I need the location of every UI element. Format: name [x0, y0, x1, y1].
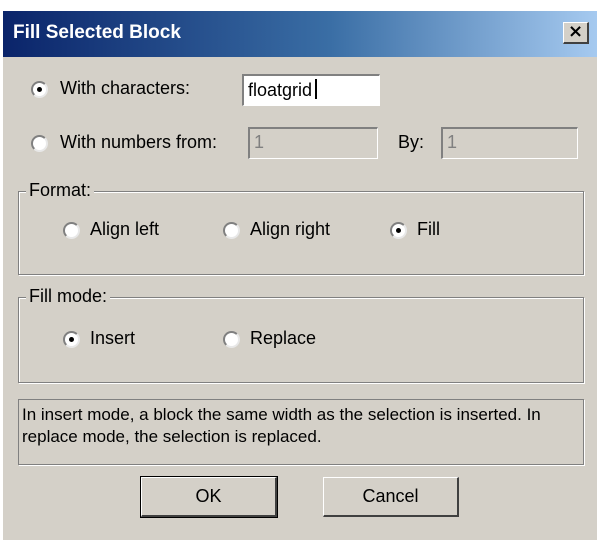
with-characters-label: With characters:: [60, 78, 191, 98]
align-left-label: Align left: [90, 219, 160, 239]
insert-label: Insert: [90, 328, 136, 348]
align-right-radio[interactable]: [223, 222, 240, 239]
fill-selected-block-dialog: Fill Selected Block × With characters: f…: [2, 10, 597, 540]
mode-description: In insert mode, a block the same width a…: [18, 399, 584, 465]
replace-radio[interactable]: [223, 331, 240, 348]
dialog-title: Fill Selected Block: [13, 22, 181, 43]
radio-selected-dot: [396, 228, 401, 233]
with-characters-value: floatgrid: [248, 80, 313, 100]
insert-radio[interactable]: [63, 331, 80, 348]
align-left-radio[interactable]: [63, 222, 80, 239]
numbers-from-input[interactable]: 1: [248, 127, 378, 159]
with-characters-radio[interactable]: [31, 81, 48, 98]
radio-selected-dot: [37, 87, 42, 92]
with-numbers-radio[interactable]: [31, 135, 48, 152]
cancel-button[interactable]: Cancel: [323, 477, 459, 517]
fill-radio[interactable]: [390, 222, 407, 239]
close-icon[interactable]: ×: [563, 22, 589, 44]
text-caret: [315, 79, 318, 99]
format-legend: Format:: [26, 180, 95, 201]
replace-label: Replace: [250, 328, 317, 348]
title-bar[interactable]: Fill Selected Block ×: [3, 11, 597, 57]
radio-selected-dot: [69, 337, 74, 342]
by-input[interactable]: 1: [441, 127, 578, 159]
fill-label: Fill: [417, 219, 440, 239]
align-right-label: Align right: [250, 219, 331, 239]
ok-button[interactable]: OK: [140, 476, 278, 518]
with-numbers-label: With numbers from:: [60, 132, 218, 152]
fill-mode-legend: Fill mode:: [26, 286, 111, 307]
by-label: By:: [398, 132, 425, 152]
with-characters-input[interactable]: floatgrid: [242, 74, 380, 106]
